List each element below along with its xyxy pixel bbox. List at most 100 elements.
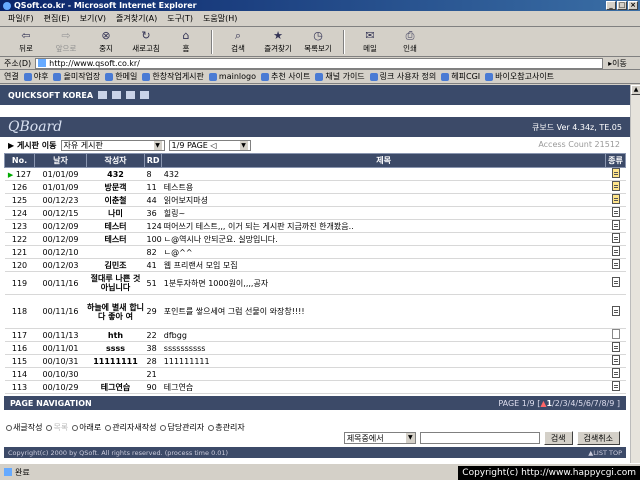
row-title[interactable]: 432 bbox=[161, 167, 606, 181]
row-title[interactable]: 힐링~ bbox=[161, 206, 606, 220]
row-title[interactable]: ㄴ@^^ bbox=[161, 245, 606, 259]
row-read-count: 90 bbox=[144, 380, 162, 394]
board-nav-icon[interactable] bbox=[112, 91, 122, 99]
row-date-text: 01/01/09 bbox=[42, 182, 79, 192]
history-button[interactable]: ◷ 목록보기 bbox=[300, 28, 336, 56]
close-button[interactable]: × bbox=[628, 1, 638, 10]
menu-help[interactable]: 도움말(H) bbox=[203, 13, 237, 24]
row-title[interactable]: 테스트용 bbox=[161, 180, 606, 194]
link-item[interactable]: mainlogo bbox=[208, 72, 256, 81]
favorites-button[interactable]: ★ 즐겨찾기 bbox=[260, 28, 296, 56]
page-select[interactable]: 1/9 PAGE ◁ ▼ bbox=[168, 139, 251, 151]
forward-button[interactable]: ⇨ 앞으로 bbox=[48, 28, 84, 56]
table-row[interactable]: 122 00/12/09 테스터 100 ㄴ@역시나 안되군요. 실망입니다. bbox=[4, 232, 626, 246]
table-row[interactable]: 113 00/10/29 테그연습 90 테그연습 bbox=[4, 380, 626, 394]
row-title[interactable]: dfbgg bbox=[161, 328, 606, 342]
home-label: 홈 bbox=[182, 44, 190, 53]
search-input[interactable] bbox=[419, 432, 540, 444]
search-field-select[interactable]: 제목중에서 ▼ bbox=[343, 432, 416, 444]
row-title[interactable]: 웹 프리랜서 모임 모집 bbox=[161, 258, 606, 272]
print-button[interactable]: ⎙ 인쇄 bbox=[392, 28, 428, 56]
row-type bbox=[605, 193, 626, 207]
link-item[interactable]: 올미작업장 bbox=[53, 71, 100, 82]
back-button[interactable]: ⇦ 뒤로 bbox=[8, 28, 44, 56]
row-title[interactable]: 테그연습 bbox=[161, 380, 606, 394]
list-top-link[interactable]: ▲LIST TOP bbox=[588, 449, 622, 457]
table-row[interactable]: 114 00/10/30 21 bbox=[4, 367, 626, 381]
board-select[interactable]: 자유 게시판 ▼ bbox=[60, 139, 165, 151]
row-number-text: 113 bbox=[11, 382, 28, 392]
home-button[interactable]: ⌂ 홈 bbox=[168, 28, 204, 56]
table-row[interactable]: 121 00/12/10 82 ㄴ@^^ bbox=[4, 245, 626, 259]
search-button[interactable]: ⌕ 검색 bbox=[220, 28, 256, 56]
mail-button[interactable]: ✉ 메일 bbox=[352, 28, 388, 56]
print-icon: ⎙ bbox=[405, 29, 415, 42]
link-item[interactable]: 야후 bbox=[23, 71, 48, 82]
row-number-text: 124 bbox=[11, 208, 28, 218]
row-title[interactable]: 떠어쓰기 테스트,,, 이거 되는 게시판 지금까진 한개봤음.. bbox=[161, 219, 606, 233]
table-row[interactable]: ▶ 127 01/01/09 432 8 432 bbox=[4, 167, 626, 181]
row-title[interactable]: ㄴ@역시나 안되군요. 실망입니다. bbox=[161, 232, 606, 246]
current-row-arrow-icon: ▶ bbox=[7, 170, 14, 179]
table-row[interactable]: 115 00/10/31 11111111 28 111111111 bbox=[4, 354, 626, 368]
go-button[interactable]: ▸이동 bbox=[608, 58, 627, 69]
link-item[interactable]: 추천 사이트 bbox=[260, 71, 310, 82]
board-nav-label: ▶ 게시판 이동 bbox=[8, 140, 57, 150]
menu-edit[interactable]: 편집(E) bbox=[44, 13, 70, 24]
search-submit-button[interactable]: 검색 bbox=[543, 431, 573, 445]
scroll-up-icon[interactable]: ▲ bbox=[631, 85, 640, 95]
row-title-text: 힐링~ bbox=[163, 208, 186, 218]
refresh-button[interactable]: ↻ 새로고침 bbox=[128, 28, 164, 56]
row-title[interactable]: 111111111 bbox=[161, 354, 606, 368]
menu-view[interactable]: 보기(V) bbox=[80, 13, 106, 24]
row-title[interactable]: 포인트를 쌓으세여 그럼 선물이 와장창!!!! bbox=[161, 294, 606, 329]
row-title[interactable]: 읽어보지마셩 bbox=[161, 193, 606, 207]
table-row[interactable]: 119 00/11/16 절대루 나쁜 것 아닙니다 51 1분투자하면 1000원이,… bbox=[4, 271, 626, 295]
link-item[interactable]: 한창작업게시판 bbox=[142, 71, 204, 82]
link-label: 바이오참고사이트 bbox=[495, 72, 555, 81]
row-number: 116 bbox=[4, 341, 35, 355]
table-row[interactable]: 123 00/12/09 테스터 124 떠어쓰기 테스트,,, 이거 되는 게시판 지… bbox=[4, 219, 626, 233]
link-item[interactable]: 채널 가이드 bbox=[315, 71, 365, 82]
table-row[interactable]: 124 00/12/15 나미 36 힐링~ bbox=[4, 206, 626, 220]
mail-nav-icon[interactable] bbox=[140, 91, 150, 99]
book-nav-icon[interactable] bbox=[126, 91, 136, 99]
page-links[interactable]: PAGE 1/9 [▲1/2/3/4/5/6/7/8/9 ] bbox=[498, 399, 620, 408]
row-number: ▶ 127 bbox=[4, 167, 35, 181]
link-item[interactable]: 한메일 bbox=[105, 71, 137, 82]
row-title-text: 1분투자하면 1000원이,,,,공자 bbox=[163, 278, 269, 288]
home-nav-icon[interactable] bbox=[98, 91, 108, 99]
chevron-down-icon: ▼ bbox=[153, 140, 162, 150]
row-title[interactable]: 1분투자하면 1000원이,,,,공자 bbox=[161, 271, 606, 295]
link-item[interactable]: 바이오참고사이트 bbox=[485, 71, 554, 82]
search-cancel-button[interactable]: 검색취소 bbox=[576, 431, 620, 445]
address-input[interactable]: http://www.qsoft.co.kr/ bbox=[35, 57, 604, 69]
table-row[interactable]: 116 00/11/01 ssss 38 ssssssssss bbox=[4, 341, 626, 355]
table-row[interactable]: 125 00/12/23 이춘철 44 읽어보지마셩 bbox=[4, 193, 626, 207]
maximize-button[interactable]: □ bbox=[617, 1, 627, 10]
row-title[interactable]: ssssssssss bbox=[161, 341, 606, 355]
menu-favorites[interactable]: 즐겨찾기(A) bbox=[116, 13, 157, 24]
row-read-count-text: 36 bbox=[146, 208, 157, 218]
table-row[interactable]: 118 00/11/16 하늘에 별새 합니다 좋아 여 29 포인트를 쌓으세여 그럼… bbox=[4, 294, 626, 329]
document-icon bbox=[611, 368, 620, 378]
minimize-button[interactable]: _ bbox=[606, 1, 616, 10]
row-title[interactable] bbox=[161, 367, 606, 381]
other-pages[interactable]: /2/3/4/5/6/7/8/9 ] bbox=[552, 399, 620, 408]
menubar: 파일(F) 편집(E) 보기(V) 즐겨찾기(A) 도구(T) 도움말(H) bbox=[0, 11, 640, 27]
document-icon bbox=[611, 246, 620, 256]
menu-file[interactable]: 파일(F) bbox=[8, 13, 34, 24]
vertical-scrollbar[interactable]: ▲ bbox=[630, 85, 640, 463]
link-item[interactable]: 헤피CGI bbox=[441, 71, 480, 82]
link-item[interactable]: 링크 사용자 정의 bbox=[369, 71, 436, 82]
table-row[interactable]: 117 00/11/13 hth 22 dfbgg bbox=[4, 328, 626, 342]
spacer bbox=[0, 105, 630, 117]
row-read-count: 28 bbox=[144, 354, 162, 368]
stop-button[interactable]: ⊗ 중지 bbox=[88, 28, 124, 56]
row-author: 432 bbox=[86, 167, 145, 181]
row-type bbox=[605, 328, 626, 342]
row-author: 방문객 bbox=[86, 180, 145, 194]
table-row[interactable]: 120 00/12/03 김민조 41 웹 프리랜서 모임 모집 bbox=[4, 258, 626, 272]
menu-tools[interactable]: 도구(T) bbox=[167, 13, 193, 24]
table-row[interactable]: 126 01/01/09 방문객 11 테스트용 bbox=[4, 180, 626, 194]
